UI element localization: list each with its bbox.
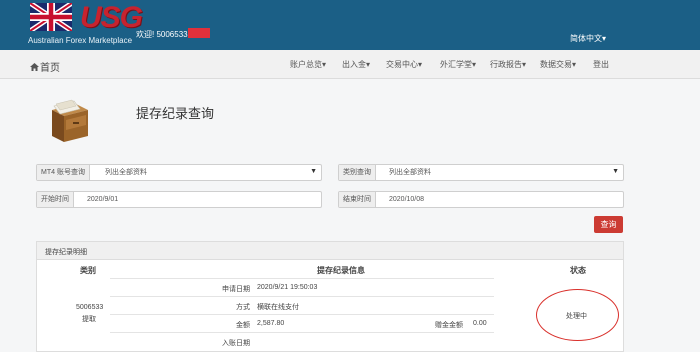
- fee-value: 0.00: [473, 320, 487, 327]
- home-icon: [30, 63, 39, 71]
- main-nav: 首页 账户总览▾ 出入金▾ 交易中心▾ 外汇学堂▾ 行政报告▾ 数据交易▾ 登出: [0, 50, 700, 79]
- page-title: 提存纪录查询: [136, 106, 215, 121]
- usg-logo: USG: [80, 1, 143, 34]
- deposit-date-label: 入账日期: [222, 340, 250, 347]
- start-date-field[interactable]: 开始时间 2020/9/01: [36, 191, 322, 208]
- start-date-value: 2020/9/01: [87, 196, 119, 203]
- end-date-value: 2020/10/08: [389, 196, 425, 203]
- row-divider: [110, 314, 494, 315]
- brand-tagline: Australian Forex Marketplace: [28, 36, 133, 45]
- top-banner: USG Australian Forex Marketplace 欢迎! 500…: [0, 0, 700, 50]
- record-account: 5006533: [76, 304, 104, 311]
- amount-label: 金额: [236, 322, 250, 329]
- row-divider: [110, 278, 494, 279]
- fee-label: 赠金金额: [435, 322, 463, 329]
- column-header-info: 提存纪录信息: [317, 266, 365, 275]
- file-cabinet-icon: [52, 99, 88, 142]
- method-value: 横联在线支付: [257, 304, 299, 311]
- chevron-down-icon: ▼: [310, 168, 317, 175]
- method-label: 方式: [236, 304, 250, 311]
- row-divider: [110, 296, 494, 297]
- apply-date-label: 申请日期: [222, 286, 250, 293]
- home-link[interactable]: 首页: [30, 59, 60, 74]
- end-date-field[interactable]: 结束时间 2020/10/08: [338, 191, 624, 208]
- union-jack-flag-icon: [30, 3, 72, 31]
- annotation-circle: [536, 289, 619, 341]
- account-query-select[interactable]: MT4 账号查询 列出全部资料 ▼: [36, 164, 322, 181]
- panel-header: 提存纪录明细: [37, 242, 623, 260]
- chevron-down-icon: ▼: [612, 168, 619, 175]
- end-date-label: 结束时间: [339, 192, 376, 207]
- nav-admin-report[interactable]: 行政报告▾: [490, 59, 526, 70]
- start-date-label: 开始时间: [37, 192, 74, 207]
- nav-account-overview[interactable]: 账户总览▾: [290, 59, 326, 70]
- nav-data-trading[interactable]: 数据交易▾: [540, 59, 576, 70]
- panel-title: 提存纪录明细: [45, 249, 87, 256]
- column-header-status: 状态: [570, 266, 586, 275]
- category-query-value: 列出全部资料: [389, 169, 431, 176]
- redaction-mark: [188, 28, 210, 38]
- nav-logout[interactable]: 登出: [593, 59, 609, 70]
- nav-trading-center[interactable]: 交易中心▾: [386, 59, 422, 70]
- amount-value: 2,587.80: [257, 320, 285, 327]
- language-selector[interactable]: 简体中文▾: [570, 33, 606, 44]
- column-header-type: 类别: [80, 266, 96, 275]
- welcome-text: 欢迎! 5006533: [136, 30, 188, 39]
- nav-deposit-withdraw[interactable]: 出入金▾: [342, 59, 370, 70]
- record-type: 提取: [82, 316, 96, 323]
- row-divider: [110, 332, 494, 333]
- apply-date-value: 2020/9/21 19:50:03: [257, 284, 318, 291]
- nav-forex-school[interactable]: 外汇学堂▾: [440, 59, 476, 70]
- category-query-label: 类别查询: [339, 165, 376, 180]
- account-query-value: 列出全部资料: [105, 169, 147, 176]
- query-button[interactable]: 查询: [594, 216, 623, 233]
- category-query-select[interactable]: 类别查询 列出全部资料 ▼: [338, 164, 624, 181]
- account-query-label: MT4 账号查询: [37, 165, 90, 180]
